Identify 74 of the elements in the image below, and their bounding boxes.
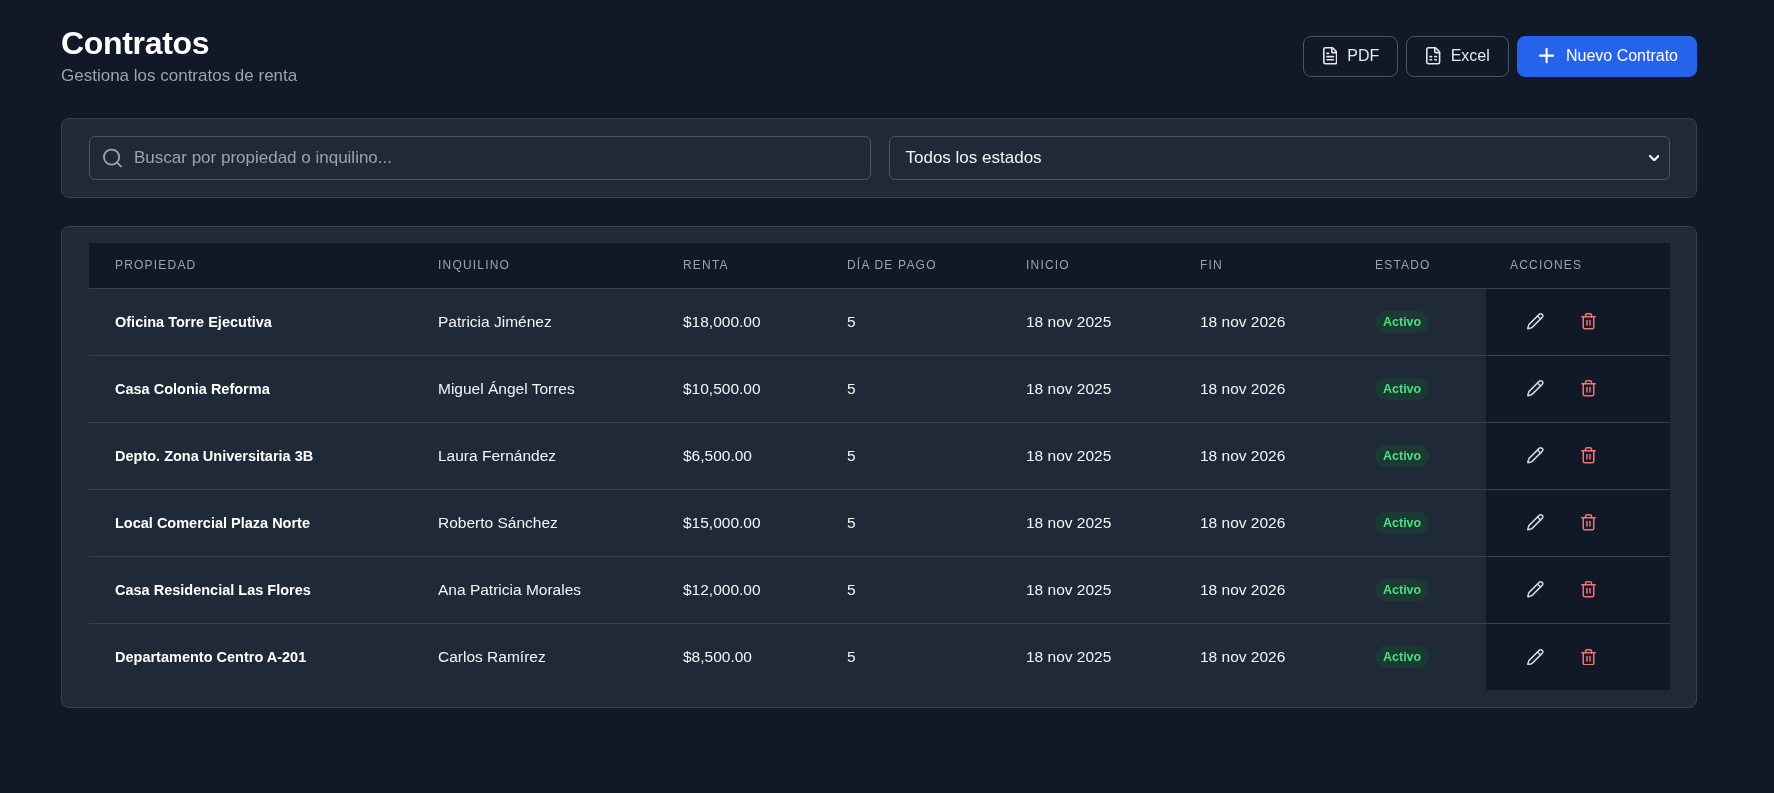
end-date: 18 nov 2026 — [1200, 312, 1286, 330]
pay-day: 5 — [847, 379, 856, 397]
pay-day: 5 — [847, 580, 856, 598]
status-filter-dropdown[interactable]: Todos los estados — [888, 136, 1670, 180]
rent-amount: $8,500.00 — [683, 647, 752, 665]
end-date: 18 nov 2026 — [1200, 513, 1286, 531]
document-icon — [1322, 47, 1338, 65]
status-badge: Activo — [1375, 377, 1430, 400]
excel-export-button[interactable]: Excel — [1406, 35, 1509, 77]
trash-icon[interactable] — [1580, 380, 1596, 397]
end-date: 18 nov 2026 — [1200, 446, 1286, 464]
pay-day: 5 — [847, 446, 856, 464]
rent-amount: $15,000.00 — [683, 513, 761, 531]
pencil-icon[interactable] — [1527, 514, 1544, 531]
chevron-down-icon — [1648, 155, 1659, 161]
property-name: Depto. Zona Universitaria 3B — [115, 448, 314, 464]
page-subtitle: Gestiona los contratos de renta — [61, 65, 298, 87]
trash-icon[interactable] — [1580, 447, 1596, 464]
page-title: Contratos — [61, 24, 211, 62]
pencil-icon[interactable] — [1527, 447, 1544, 464]
pencil-icon[interactable] — [1527, 648, 1544, 665]
rent-amount: $6,500.00 — [683, 446, 752, 464]
column-header: PROPIEDAD — [115, 258, 197, 273]
start-date: 18 nov 2025 — [1026, 379, 1112, 397]
new-contract-button[interactable]: Nuevo Contrato — [1516, 35, 1697, 77]
column-header: ACCIONES — [1510, 258, 1583, 273]
trash-icon[interactable] — [1580, 514, 1596, 531]
end-date: 18 nov 2026 — [1200, 647, 1286, 665]
pencil-icon[interactable] — [1527, 380, 1544, 397]
column-header: RENTA — [683, 258, 729, 273]
start-date: 18 nov 2025 — [1026, 647, 1112, 665]
trash-icon[interactable] — [1580, 648, 1596, 665]
status-badge: Activo — [1375, 645, 1430, 668]
start-date: 18 nov 2025 — [1026, 513, 1112, 531]
column-header: FIN — [1200, 258, 1223, 273]
pay-day: 5 — [847, 513, 856, 531]
tenant-name: Ana Patricia Morales — [438, 580, 581, 598]
status-badge: Activo — [1375, 310, 1430, 333]
pay-day: 5 — [847, 647, 856, 665]
tenant-name: Roberto Sánchez — [438, 513, 558, 531]
start-date: 18 nov 2025 — [1026, 580, 1112, 598]
rent-amount: $12,000.00 — [683, 580, 761, 598]
column-header: INQUILINO — [438, 258, 511, 273]
property-name: Casa Colonia Reforma — [115, 381, 270, 397]
pay-day: 5 — [847, 312, 856, 330]
property-name: Local Comercial Plaza Norte — [115, 515, 310, 531]
start-date: 18 nov 2025 — [1026, 312, 1112, 330]
property-name: Oficina Torre Ejecutiva — [115, 314, 272, 330]
status-badge: Activo — [1375, 578, 1430, 601]
search-field[interactable]: Buscar por propiedad o inquilino... — [89, 136, 871, 180]
rent-amount: $18,000.00 — [683, 312, 761, 330]
search-icon — [103, 148, 122, 168]
property-name: Casa Residencial Las Flores — [115, 582, 311, 598]
property-name: Departamento Centro A-201 — [115, 649, 307, 666]
plus-icon — [1538, 48, 1554, 64]
column-header: INICIO — [1026, 258, 1070, 273]
end-date: 18 nov 2026 — [1200, 580, 1286, 598]
status-badge: Activo — [1375, 511, 1430, 534]
pencil-icon[interactable] — [1527, 581, 1544, 598]
column-header: DÍA DE PAGO — [847, 258, 937, 273]
end-date: 18 nov 2026 — [1200, 379, 1286, 397]
tenant-name: Patricia Jiménez — [438, 312, 552, 330]
start-date: 18 nov 2025 — [1026, 446, 1112, 464]
trash-icon[interactable] — [1580, 581, 1596, 598]
rent-amount: $10,500.00 — [683, 379, 761, 397]
pencil-icon[interactable] — [1527, 313, 1544, 330]
status-badge: Activo — [1375, 444, 1430, 467]
trash-icon[interactable] — [1580, 313, 1596, 330]
spreadsheet-icon — [1426, 47, 1441, 65]
tenant-name: Laura Fernández — [438, 446, 557, 464]
pdf-export-button[interactable]: PDF — [1302, 35, 1399, 77]
column-header: ESTADO — [1375, 258, 1431, 273]
tenant-name: Carlos Ramírez — [438, 647, 546, 665]
tenant-name: Miguel Ángel Torres — [438, 379, 575, 397]
